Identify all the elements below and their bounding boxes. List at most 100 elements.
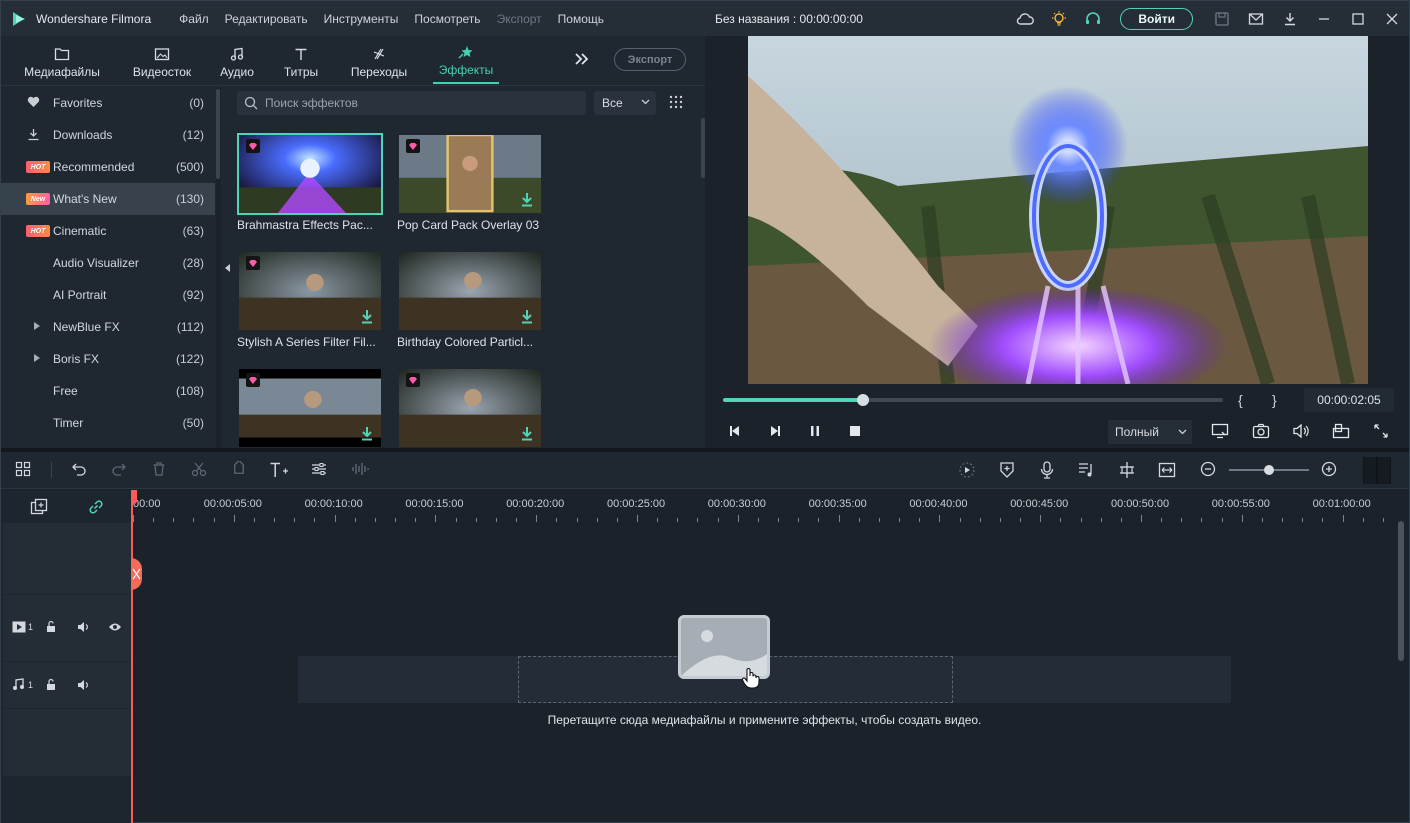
- login-button[interactable]: Войти: [1120, 7, 1193, 30]
- preview-video-frame[interactable]: [748, 36, 1368, 384]
- sidebar-scrollbar[interactable]: [216, 87, 221, 448]
- add-text-icon[interactable]: [269, 461, 289, 479]
- tab-effects[interactable]: Эффекты: [433, 36, 499, 84]
- progress-knob[interactable]: [857, 394, 869, 406]
- sidebar-item-recommended[interactable]: HOT Recommended (500): [1, 151, 215, 183]
- snapshot-camera-icon[interactable]: [1252, 423, 1270, 439]
- speaker-icon[interactable]: [77, 679, 90, 691]
- playhead-split-button[interactable]: [131, 558, 142, 590]
- sidebar-item-timer[interactable]: Timer (50): [1, 407, 215, 439]
- maximize-icon[interactable]: [1341, 1, 1375, 36]
- zoom-out-icon[interactable]: [1200, 461, 1216, 477]
- render-preview-icon[interactable]: [958, 461, 976, 479]
- effect-card[interactable]: [237, 367, 383, 448]
- fit-timeline-icon[interactable]: [1158, 461, 1176, 479]
- minimize-icon[interactable]: [1307, 1, 1341, 36]
- effect-card[interactable]: Brahmastra Effects Pac...: [237, 133, 383, 232]
- tag-icon[interactable]: [231, 461, 247, 477]
- menu-edit[interactable]: Редактировать: [217, 12, 316, 26]
- menu-tools[interactable]: Инструменты: [316, 12, 407, 26]
- mark-out-button[interactable]: }: [1272, 392, 1277, 408]
- timeline-ruler[interactable]: 00:00 00:00:05:00 00:00:10:00 00:00:15:00 00…: [132, 490, 1409, 523]
- stop-icon[interactable]: [849, 425, 861, 437]
- adjust-sliders-icon[interactable]: [311, 461, 327, 477]
- playhead-handle[interactable]: [131, 490, 137, 504]
- collapse-sidebar-button[interactable]: [223, 261, 233, 275]
- pip-icon[interactable]: [1332, 423, 1350, 439]
- cloud-icon[interactable]: [1008, 1, 1042, 36]
- grid-view-icon[interactable]: [669, 95, 683, 109]
- effect-card[interactable]: [397, 367, 543, 448]
- menu-export[interactable]: Экспорт: [489, 12, 550, 26]
- add-track-icon[interactable]: [30, 498, 48, 516]
- effect-card[interactable]: Pop Card Pack Overlay 03: [397, 133, 543, 232]
- download-update-icon[interactable]: [1273, 1, 1307, 36]
- step-back-icon[interactable]: [728, 425, 742, 437]
- effect-card[interactable]: Birthday Colored Particl...: [397, 250, 543, 349]
- eye-icon[interactable]: [108, 622, 122, 632]
- redo-icon[interactable]: [111, 461, 127, 477]
- more-tabs-icon[interactable]: [573, 52, 591, 66]
- undo-icon[interactable]: [71, 461, 87, 477]
- scissors-icon[interactable]: [191, 461, 207, 477]
- menu-help[interactable]: Помощь: [550, 12, 612, 26]
- effects-grid-scrollbar[interactable]: [701, 118, 705, 448]
- download-icon[interactable]: [361, 310, 373, 324]
- zoom-slider-knob[interactable]: [1264, 465, 1274, 475]
- preview-quality-dropdown[interactable]: Полный: [1108, 420, 1192, 444]
- sidebar-item-favorites[interactable]: Favorites (0): [1, 87, 215, 119]
- timeline-vertical-scrollbar[interactable]: [1398, 521, 1406, 821]
- display-monitor-icon[interactable]: [1211, 423, 1229, 439]
- save-icon[interactable]: [1205, 1, 1239, 36]
- audio-waveform-icon[interactable]: [351, 461, 369, 477]
- playback-progress-slider[interactable]: [723, 394, 1223, 406]
- mail-icon[interactable]: [1239, 1, 1273, 36]
- tab-titles[interactable]: Титры: [273, 36, 329, 84]
- export-button[interactable]: Экспорт: [614, 48, 686, 71]
- sidebar-item-free[interactable]: Free (108): [1, 375, 215, 407]
- lock-icon[interactable]: [45, 620, 57, 633]
- playhead[interactable]: [131, 490, 133, 823]
- tab-audio[interactable]: Аудио: [201, 36, 273, 84]
- tab-media[interactable]: Медиафайлы: [1, 36, 123, 84]
- speaker-icon[interactable]: [77, 621, 90, 633]
- expand-arrow-icon[interactable]: [34, 354, 40, 362]
- zoom-in-icon[interactable]: [1321, 461, 1337, 477]
- download-icon[interactable]: [521, 427, 533, 441]
- sidebar-item-whats-new[interactable]: New What's New (130): [1, 183, 215, 215]
- sidebar-item-ai-portrait[interactable]: AI Portrait (92): [1, 279, 215, 311]
- sidebar-item-audio-visualizer[interactable]: Audio Visualizer (28): [1, 247, 215, 279]
- menu-view[interactable]: Посмотреть: [406, 12, 488, 26]
- close-icon[interactable]: [1375, 1, 1409, 36]
- lock-icon[interactable]: [45, 678, 57, 691]
- fullscreen-icon[interactable]: [1373, 423, 1389, 439]
- layout-icon[interactable]: [15, 461, 31, 477]
- tab-stock[interactable]: Видеосток: [123, 36, 201, 84]
- microphone-icon[interactable]: [1039, 461, 1055, 479]
- headset-icon[interactable]: [1076, 1, 1110, 36]
- sidebar-item-newblue-fx[interactable]: NewBlue FX (112): [1, 311, 215, 343]
- mark-in-button[interactable]: {: [1238, 392, 1243, 408]
- download-icon[interactable]: [521, 310, 533, 324]
- play-frame-icon[interactable]: [768, 425, 782, 437]
- marker-shield-icon[interactable]: [999, 461, 1015, 479]
- sidebar-item-boris-fx[interactable]: Boris FX (122): [1, 343, 215, 375]
- menu-file[interactable]: Файл: [171, 12, 217, 26]
- lightbulb-icon[interactable]: [1042, 1, 1076, 36]
- download-icon[interactable]: [521, 193, 533, 207]
- volume-icon[interactable]: [1292, 423, 1310, 439]
- link-icon[interactable]: [87, 498, 105, 516]
- search-input[interactable]: [265, 96, 565, 110]
- pause-icon[interactable]: [809, 425, 821, 437]
- sidebar-item-downloads[interactable]: Downloads (12): [1, 119, 215, 151]
- zoom-slider[interactable]: [1229, 465, 1309, 475]
- download-icon[interactable]: [361, 427, 373, 441]
- audio-mixer-icon[interactable]: [1078, 461, 1096, 479]
- sidebar-item-cinematic[interactable]: HOT Cinematic (63): [1, 215, 215, 247]
- search-box[interactable]: [237, 91, 586, 115]
- expand-arrow-icon[interactable]: [34, 322, 40, 330]
- snap-split-icon[interactable]: [1118, 461, 1136, 479]
- filter-dropdown[interactable]: Все: [594, 91, 656, 115]
- delete-icon[interactable]: [151, 461, 167, 477]
- effect-card[interactable]: Stylish A Series Filter Fil...: [237, 250, 383, 349]
